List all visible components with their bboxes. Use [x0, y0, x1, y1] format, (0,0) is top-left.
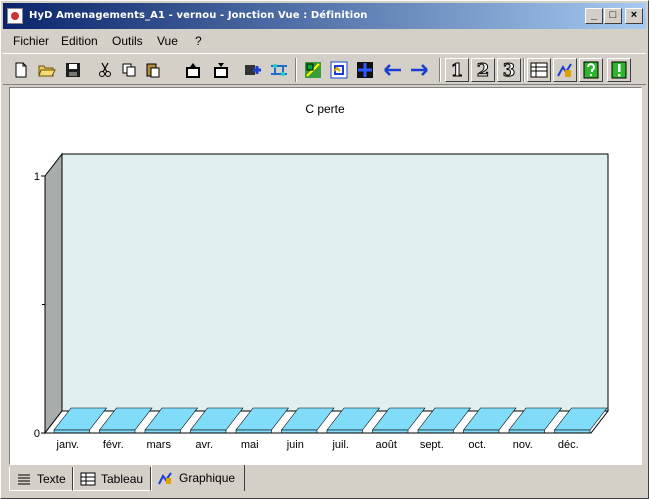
- x-tick-label: sept.: [420, 439, 444, 451]
- x-tick-label: oct.: [468, 439, 486, 451]
- tab-label: Texte: [37, 471, 66, 486]
- open-folder-button[interactable]: [35, 58, 59, 82]
- app-icon[interactable]: [7, 8, 23, 24]
- tab-label: Graphique: [179, 471, 236, 485]
- text-lines-icon: [18, 474, 30, 484]
- table-icon: [80, 472, 96, 485]
- zoom-fit-button[interactable]: [327, 58, 351, 82]
- x-tick-label: avr.: [195, 439, 213, 451]
- app-window: HyD Amenagements_A1 - vernou - Jonction …: [0, 0, 649, 499]
- x-tick-label: déc.: [558, 439, 579, 451]
- alert-button[interactable]: [607, 58, 631, 82]
- y-tick-label: 1: [34, 171, 40, 183]
- save-icon: [66, 63, 80, 77]
- bar-chart: C perte 0 1 janv. févr. mars avr. mai juin juil. a…: [34, 102, 610, 451]
- paste-icon: [146, 63, 160, 78]
- toolbar-separator: [523, 58, 525, 82]
- arrow-right-icon: [411, 64, 428, 76]
- add-element-icon: [245, 65, 261, 75]
- chart-title: C perte: [305, 102, 345, 116]
- tab-tableau[interactable]: Tableau: [73, 467, 151, 491]
- tab-label: Tableau: [101, 471, 144, 486]
- new-file-icon: [15, 62, 27, 78]
- graph-view-button[interactable]: [553, 58, 577, 82]
- view-3-icon: 3: [502, 59, 516, 81]
- zoom-fit-icon: [330, 61, 348, 79]
- x-tick-label: mai: [241, 439, 259, 451]
- node-select-icon: [305, 62, 321, 78]
- x-tick-label: juin: [286, 439, 304, 451]
- arrow-up-box-icon: [186, 63, 200, 78]
- menu-fichier[interactable]: Fichier: [13, 34, 49, 48]
- title-bar[interactable]: HyD Amenagements_A1 - vernou - Jonction …: [3, 3, 646, 29]
- plot-back-wall: [61, 153, 609, 412]
- table-icon: [530, 62, 548, 78]
- network-button[interactable]: [267, 58, 291, 82]
- save-button[interactable]: [61, 58, 85, 82]
- toolbar-separator: [295, 58, 297, 82]
- center-button[interactable]: [353, 58, 377, 82]
- view-3-button[interactable]: 3: [497, 58, 521, 82]
- arrow-left-icon: [384, 64, 401, 76]
- view-1-icon: 1: [450, 59, 464, 81]
- close-button[interactable]: ×: [625, 8, 643, 24]
- chart-icon: [158, 472, 172, 485]
- move-up-button[interactable]: [181, 58, 205, 82]
- menu-vue[interactable]: Vue: [157, 34, 178, 48]
- exclamation-icon: [611, 61, 627, 79]
- tab-texte[interactable]: Texte: [9, 467, 73, 491]
- x-tick-label: août: [376, 439, 397, 451]
- chart-icon: [557, 63, 572, 77]
- copy-icon: [122, 63, 136, 77]
- new-file-button[interactable]: [9, 58, 33, 82]
- forward-button[interactable]: [407, 58, 431, 82]
- menu-bar: Fichier Edition Outils Vue ?: [3, 31, 646, 51]
- tab-graphique[interactable]: Graphique: [151, 465, 245, 491]
- move-down-button[interactable]: [209, 58, 233, 82]
- menu-outils[interactable]: Outils: [112, 34, 143, 48]
- open-folder-icon: [38, 65, 56, 77]
- x-tick-label: nov.: [513, 439, 533, 451]
- select-node-button[interactable]: [301, 58, 325, 82]
- x-tick-label: févr.: [103, 439, 124, 451]
- y-tick-label: 0: [34, 428, 40, 440]
- copy-button[interactable]: [117, 58, 141, 82]
- view-2-button[interactable]: 2: [471, 58, 495, 82]
- minimize-button[interactable]: _: [585, 8, 603, 24]
- network-icon: [271, 64, 287, 76]
- chart-panel: C perte 0 1 janv. févr. mars avr. mai juin juil. a…: [9, 87, 642, 465]
- add-element-button[interactable]: [241, 58, 265, 82]
- x-tick-label: juil.: [331, 439, 349, 451]
- plot-side-wall: [44, 152, 63, 435]
- cut-button[interactable]: [93, 58, 117, 82]
- view-tabs: Texte Tableau Graphique: [9, 465, 642, 493]
- question-icon: [583, 61, 599, 79]
- maximize-button[interactable]: □: [604, 8, 622, 24]
- x-tick-label: mars: [147, 439, 172, 451]
- window-title: HyD Amenagements_A1 - vernou - Jonction …: [29, 10, 368, 21]
- x-tick-label: janv.: [56, 439, 79, 451]
- scissors-icon: [99, 62, 111, 77]
- table-view-button[interactable]: [527, 58, 551, 82]
- paste-button[interactable]: [141, 58, 165, 82]
- toolbar-separator: [439, 58, 441, 82]
- menu-help[interactable]: ?: [195, 34, 202, 48]
- back-button[interactable]: [381, 58, 405, 82]
- crosshair-icon: [357, 62, 373, 78]
- view-1-button[interactable]: 1: [445, 58, 469, 82]
- arrow-down-box-icon: [214, 63, 228, 78]
- menu-edition[interactable]: Edition: [61, 34, 98, 48]
- toolbar: 1 2 3: [3, 53, 646, 85]
- help-button[interactable]: [579, 58, 603, 82]
- view-2-icon: 2: [476, 59, 490, 81]
